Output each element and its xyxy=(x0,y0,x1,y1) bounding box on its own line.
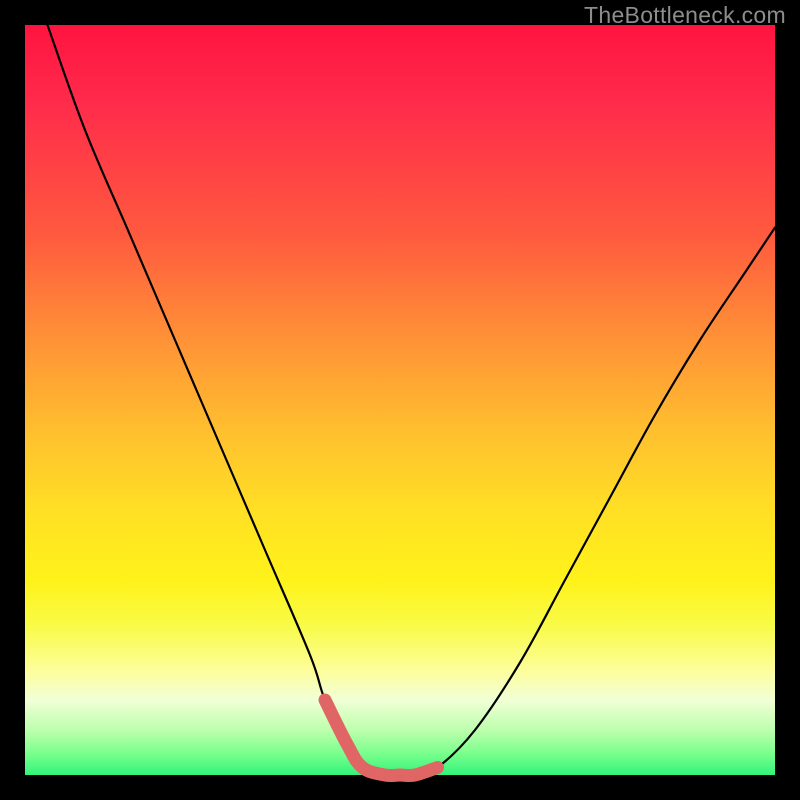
chart-frame: TheBottleneck.com xyxy=(0,0,800,800)
watermark-text: TheBottleneck.com xyxy=(584,2,786,29)
plot-area xyxy=(25,25,775,775)
bottleneck-curve-path xyxy=(48,25,776,776)
optimal-band-path xyxy=(325,700,438,776)
chart-svg xyxy=(25,25,775,775)
